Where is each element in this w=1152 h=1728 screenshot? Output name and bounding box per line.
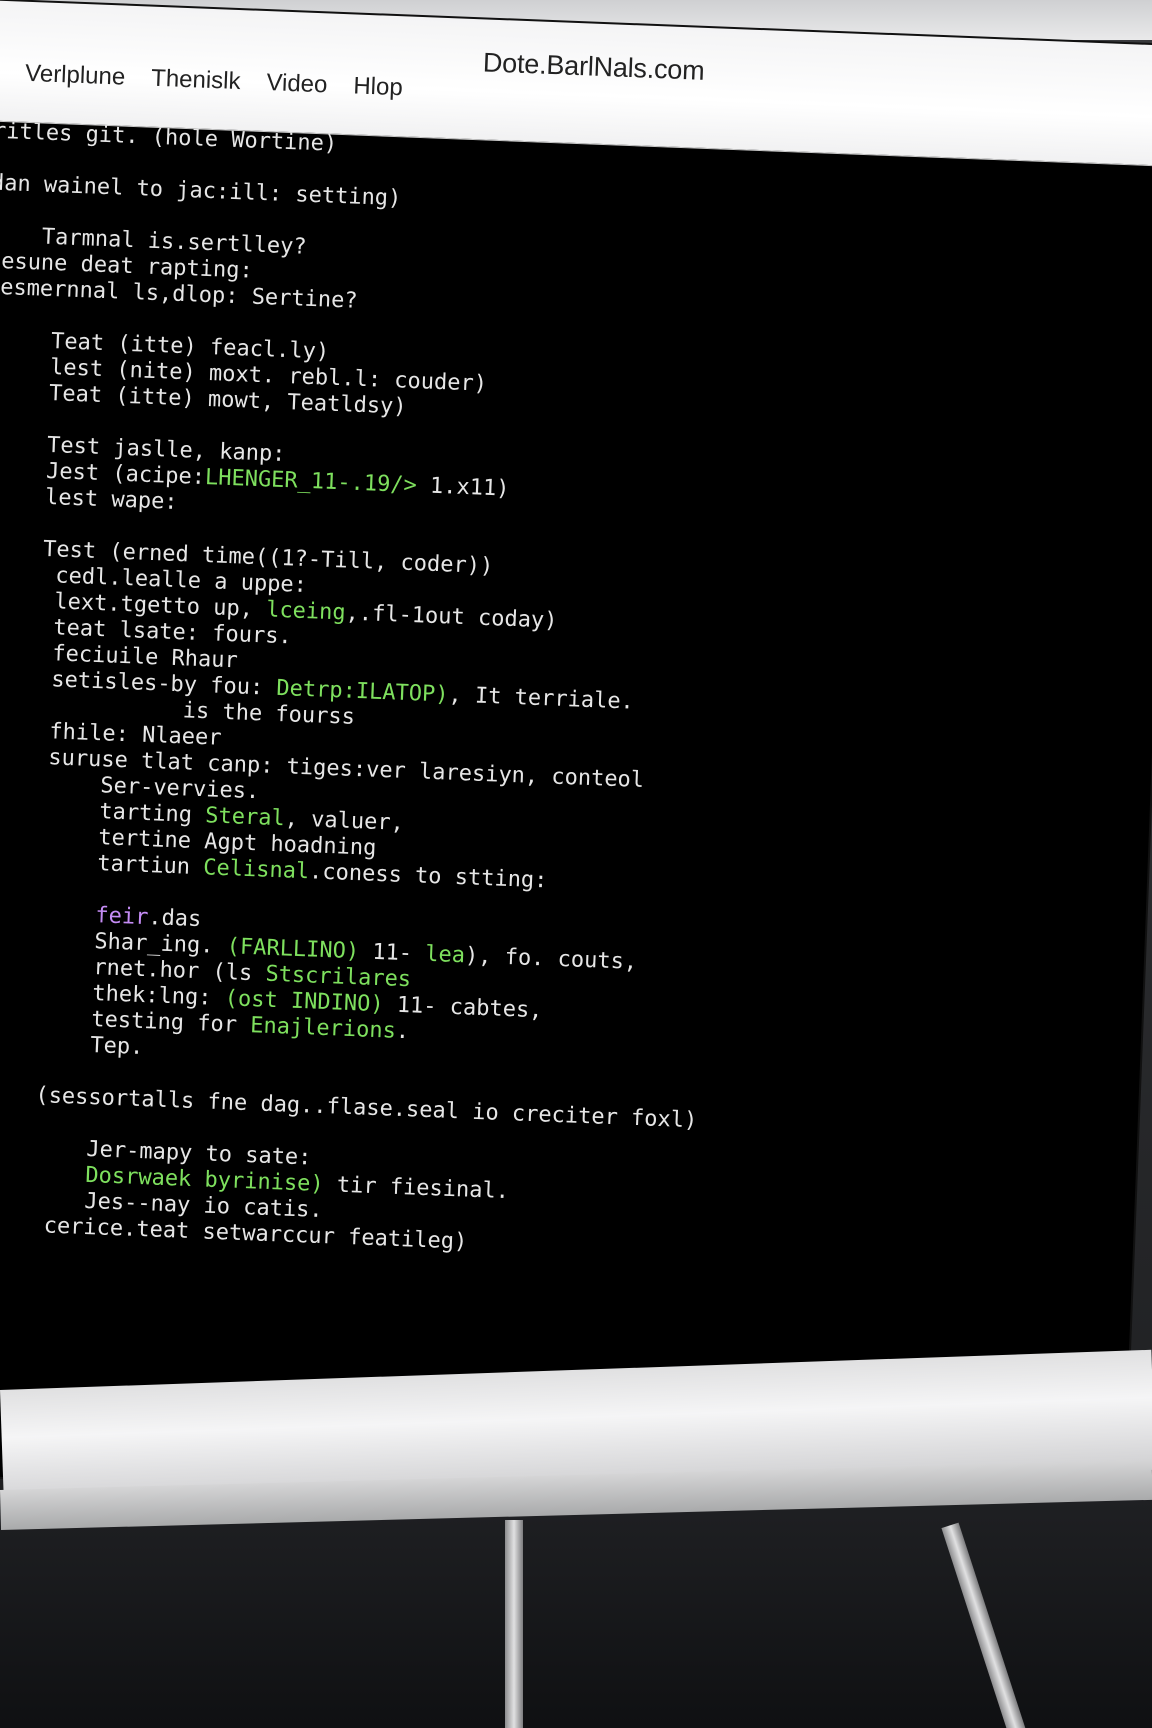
menu-item-thenislk[interactable]: Thenislk	[151, 65, 241, 96]
menu-item-help[interactable]: Hlop	[353, 72, 403, 102]
photo-scene: Dote.BarlNals.com Verlplune Thenislk Vid…	[0, 0, 1152, 1728]
menu-item-verlplune[interactable]: Verlplune	[25, 60, 126, 92]
stand-leg-left	[505, 1520, 523, 1728]
terminal-text: Steral	[204, 803, 286, 832]
terminal-text: , valuer,	[284, 806, 405, 836]
terminal-text: 11-	[358, 939, 426, 967]
monitor-screen: Dote.BarlNals.com Verlplune Thenislk Vid…	[0, 0, 1152, 1520]
terminal-text: .	[395, 1018, 410, 1045]
terminal-text: Enajlerions	[249, 1013, 397, 1044]
terminal-text: (FARLLINO)	[226, 934, 360, 965]
menu-item-video[interactable]: Video	[266, 69, 328, 99]
menu-bar: Verlplune Thenislk Video Hlop	[25, 60, 404, 102]
terminal-text: feir	[94, 903, 149, 931]
terminal-text: .das	[147, 905, 202, 933]
terminal-output[interactable]: ritles git. (hole Wortine) dan wainel to …	[0, 119, 1152, 1513]
terminal-text: ), fo. couts,	[464, 943, 638, 975]
window-title: Dote.BarlNals.com	[482, 47, 706, 86]
terminal-text: 1.x11)	[416, 473, 510, 502]
terminal-text: lea	[424, 941, 466, 969]
terminal-text: lceing	[265, 597, 347, 626]
terminal-text: Celisnal	[202, 855, 310, 885]
